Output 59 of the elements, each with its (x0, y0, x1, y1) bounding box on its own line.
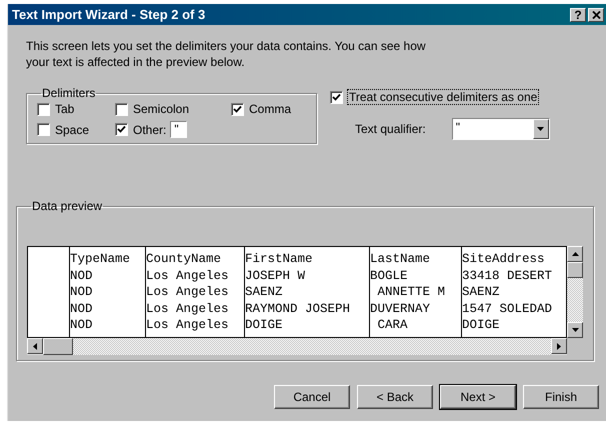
checkbox[interactable] (115, 123, 128, 136)
table-cell-text: ANNETTE M (376, 284, 446, 300)
group-label: Delimiters (41, 86, 96, 100)
dialog-button[interactable]: < Back (357, 385, 433, 409)
horizontal-scrollbar[interactable] (27, 338, 567, 355)
checkbox[interactable] (37, 102, 50, 116)
checkbox-label: Other: (133, 122, 166, 136)
table-cell-text: NOD (70, 317, 94, 334)
dialog-button[interactable]: Cancel (274, 385, 350, 409)
dialog-button[interactable]: Next > (440, 385, 516, 409)
checkbox-label: Tab (55, 102, 74, 116)
table-cell-text: RAYMOND JOSEPH (245, 300, 352, 317)
checkbox-label: Treat consecutive delimiters as one (348, 90, 538, 104)
text-qualifier-label: Text qualifier: (355, 122, 426, 136)
table-cell-text: Los Angeles (146, 284, 230, 300)
dialog-button[interactable]: Finish (523, 385, 599, 409)
scroll-thumb[interactable] (43, 338, 73, 355)
table-cell-text: CountyName (146, 251, 222, 268)
checkbox-label: Semicolon (133, 102, 190, 116)
table-cell-text: JOSEPH W (245, 268, 306, 284)
table-cell-text: NOD (70, 284, 94, 300)
checkbox[interactable] (37, 123, 50, 136)
table-cell-text: Los Angeles (146, 268, 230, 284)
group-label: Data preview (31, 199, 104, 213)
checkbox-label: Comma (249, 102, 292, 116)
table-cell-text: NOD (70, 300, 94, 317)
table-cell-text: CARA (376, 317, 409, 334)
help-button[interactable]: ? (570, 8, 586, 22)
scroll-up-icon[interactable] (567, 246, 583, 262)
intro-text: This screen lets you set the delimiters your data contains. You can see how your text is affected in the preview below. (26, 38, 427, 70)
scroll-left-icon[interactable] (27, 338, 43, 354)
checkbox[interactable] (231, 102, 244, 116)
table-cell-text: DOIGE (245, 317, 284, 334)
table-cell-text: FirstName (245, 251, 314, 268)
table-cell-text: DUVERNAY (370, 300, 432, 317)
table-cell-text: Los Angeles (146, 300, 230, 317)
scroll-down-icon[interactable] (567, 322, 583, 338)
window-title: Text Import Wizard - Step 2 of 3 (12, 7, 206, 22)
scroll-thumb[interactable] (567, 262, 583, 278)
close-button[interactable] (588, 8, 604, 22)
table-cell-text: NOD (70, 268, 94, 284)
close-icon (592, 10, 600, 18)
table-cell-text: 1547 SOLEDAD (462, 300, 554, 317)
table-cell-text: SAENZ (245, 284, 284, 300)
other-delimiter-field[interactable]: " (170, 121, 188, 138)
table-cell-text: DOIGE (462, 317, 501, 334)
checkbox[interactable] (115, 102, 128, 116)
text-qualifier-dropdown[interactable]: " (452, 118, 550, 140)
table-cell-text: 33418 DESERT (462, 268, 554, 284)
scroll-right-icon[interactable] (551, 338, 567, 354)
table-cell-text: TypeName (70, 251, 132, 268)
checkbox-label: Space (55, 122, 90, 136)
table-cell-text: BOGLE (370, 268, 409, 284)
table-cell-text: SiteAddress (462, 251, 546, 268)
checkbox[interactable] (330, 90, 343, 104)
vertical-scrollbar[interactable] (567, 246, 583, 338)
table-cell-text: SAENZ (462, 284, 501, 300)
table-cell-text: Los Angeles (146, 317, 230, 334)
table-cell-text: LastName (370, 251, 432, 268)
